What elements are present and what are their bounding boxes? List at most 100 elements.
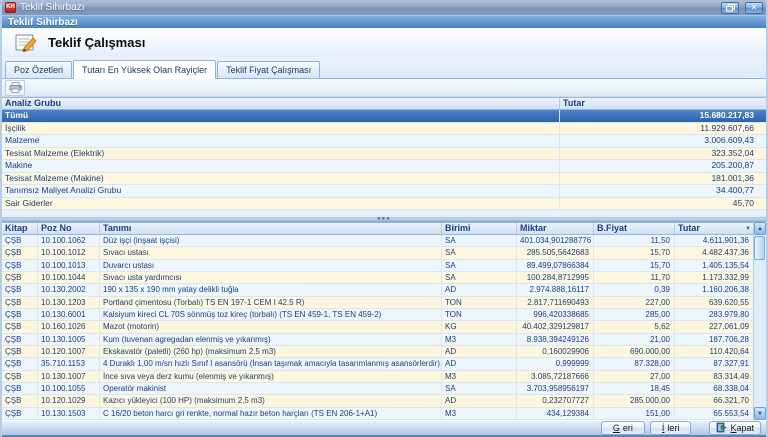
detail-row[interactable]: ÇŞB 10.100.1012 Sıvacı ustası SA 285.505… (2, 247, 753, 259)
summary-col-analiz-grubu[interactable]: Analiz Grubu (2, 98, 560, 109)
cell-tutar: 639.620,55 (675, 297, 753, 308)
cell-birimi: AD (442, 358, 517, 369)
detail-row[interactable]: ÇŞB 10.100.1055 Operatör makinist SA 3.7… (2, 383, 753, 395)
window-title: Teklif Sihirbazı (20, 2, 715, 13)
detail-row[interactable]: ÇŞB 10.130.1203 Portland çimentosu (Torb… (2, 297, 753, 309)
cell-miktar: 2.817,711690493 (517, 297, 594, 308)
detail-col-miktar[interactable]: Miktar (517, 223, 594, 234)
cell-bfiyat: 11,50 (594, 235, 675, 246)
cell-birimi: SA (442, 235, 517, 246)
summary-row[interactable]: Tesisat Malzeme (Makine) 181.001,36 (2, 173, 766, 186)
scrollbar-thumb[interactable] (754, 236, 765, 260)
summary-row[interactable]: Tanımsız Maliyet Analizi Grubu 34.400,77 (2, 185, 766, 198)
tab-tutari-en-yuksek-olan-rayicler[interactable]: Tutarı En Yüksek Olan Rayiçler (73, 60, 216, 79)
detail-row[interactable]: ÇŞB 10.120.1007 Ekskavatör (paletli) (26… (2, 346, 753, 358)
cell-poz-no: 10.130.1005 (38, 334, 100, 345)
detail-col-tutar-label: Tutar (678, 223, 700, 234)
tabstrip: Poz Özetleri Tutarı En Yüksek Olan Rayiç… (2, 57, 766, 79)
detail-row[interactable]: ÇŞB 10.100.1013 Duvarcı ustası SA 89.499… (2, 260, 753, 272)
detail-row[interactable]: ÇŞB 10.100.1044 Sıvacı usta yardımcısı S… (2, 272, 753, 284)
summary-table-header: Analiz Grubu Tutar (2, 97, 766, 110)
cell-poz-no: 10.130.1007 (38, 371, 100, 382)
cell-tanimi: Duvarcı ustası (100, 260, 442, 271)
cell-kitap: ÇŞB (2, 358, 38, 369)
summary-group-cell: Tümü (2, 110, 560, 122)
summary-row[interactable]: Tümü 15.680.217,83 (2, 110, 766, 123)
cell-birimi: SA (442, 383, 517, 394)
cell-miktar: 8.938,394249126 (517, 334, 594, 345)
cell-tutar: 83.314,49 (675, 371, 753, 382)
detail-row[interactable]: ÇŞB 10.130.1005 Kum (tuvenan agregadan e… (2, 334, 753, 346)
detail-table: Kitap Poz No Tanımı Birimi Miktar B.Fiya… (2, 222, 753, 420)
cell-tanimi: 190 x 135 x 190 mm yatay delikli tuğla (100, 284, 442, 295)
cell-miktar: 89.499,07866384 (517, 260, 594, 271)
banner-title: Teklif Sihirbazı (8, 17, 78, 28)
summary-col-tutar[interactable]: Tutar (560, 98, 766, 109)
detail-row[interactable]: ÇŞB 10.120.1029 Kazıcı yükleyici (100 HP… (2, 395, 753, 407)
summary-amount-cell: 15.680.217,83 (560, 110, 766, 122)
close-wizard-button[interactable]: Kapat (709, 421, 761, 435)
cell-birimi: M3 (442, 334, 517, 345)
detail-row[interactable]: ÇŞB 10.130.1007 İnce sıva veya derz kumu… (2, 371, 753, 383)
cell-bfiyat: 18,45 (594, 383, 675, 394)
cell-bfiyat: 0,39 (594, 284, 675, 295)
cell-tanimi: Portland çimentosu (Torbalı) TS EN 197-1… (100, 297, 442, 308)
restore-button[interactable] (721, 2, 739, 14)
summary-row[interactable]: İşçilik 11.929.607,66 (2, 123, 766, 136)
detail-col-bfiyat[interactable]: B.Fiyat (594, 223, 675, 234)
summary-row[interactable]: Malzeme 3.006.609,43 (2, 135, 766, 148)
tab-teklif-fiyat-calismasi[interactable]: Teklif Fiyat Çalışması (217, 61, 320, 78)
close-icon: ✕ (751, 4, 758, 12)
detail-row[interactable]: ÇŞB 10.160.1026 Mazot (motorin) KG 40.40… (2, 321, 753, 333)
cell-poz-no: 10.160.1026 (38, 321, 100, 332)
exit-door-icon (716, 422, 727, 433)
cell-poz-no: 10.130.2002 (38, 284, 100, 295)
cell-birimi: M3 (442, 371, 517, 382)
detail-col-poz-no[interactable]: Poz No (38, 223, 100, 234)
cell-bfiyat: 87.328,00 (594, 358, 675, 369)
cell-tanimi: Sıvacı ustası (100, 247, 442, 258)
cell-kitap: ÇŞB (2, 235, 38, 246)
detail-col-birimi[interactable]: Birimi (442, 223, 517, 234)
cell-bfiyat: 285,00 (594, 309, 675, 320)
detail-col-kitap[interactable]: Kitap (2, 223, 38, 234)
summary-row[interactable]: Tesisat Malzeme (Elektrik) 323.352,04 (2, 148, 766, 161)
detail-row[interactable]: ÇŞB 35.710.1153 4 Duraklı 1,00 m/sn hızl… (2, 358, 753, 370)
cell-bfiyat: 690.000,00 (594, 346, 675, 357)
cell-tutar: 68.338,04 (675, 383, 753, 394)
detail-table-body: ÇŞB 10.100.1062 Düz işçi (inşaat işçisi)… (2, 235, 753, 420)
cell-kitap: ÇŞB (2, 260, 38, 271)
cell-birimi: TON (442, 309, 517, 320)
cell-birimi: SA (442, 272, 517, 283)
summary-group-cell: İşçilik (2, 123, 560, 135)
scroll-down-icon[interactable]: ▼ (754, 407, 766, 420)
detail-row[interactable]: ÇŞB 10.130.6001 Kalsiyum kireci CL 70S s… (2, 309, 753, 321)
cell-bfiyat: 15,70 (594, 247, 675, 258)
cell-bfiyat: 27,00 (594, 371, 675, 382)
summary-row[interactable]: Makine 205.200,87 (2, 160, 766, 173)
cell-bfiyat: 151,00 (594, 408, 675, 419)
detail-row[interactable]: ÇŞB 10.130.2002 190 x 135 x 190 mm yatay… (2, 284, 753, 296)
scroll-up-icon[interactable]: ▲ (754, 222, 766, 235)
cell-miktar: 3.085,72187666 (517, 371, 594, 382)
cell-birimi: KG (442, 321, 517, 332)
cell-birimi: M3 (442, 408, 517, 419)
detail-row[interactable]: ÇŞB 10.100.1062 Düz işçi (inşaat işçisi)… (2, 235, 753, 247)
detail-col-tanimi[interactable]: Tanımı (100, 223, 442, 234)
tab-label: Teklif Fiyat Çalışması (226, 65, 311, 75)
detail-scrollbar[interactable]: ▲ ▼ (753, 222, 766, 420)
sort-desc-icon[interactable]: ▼ (745, 226, 751, 232)
detail-col-tutar[interactable]: Tutar ▼ (675, 223, 753, 234)
tab-poz-ozetleri[interactable]: Poz Özetleri (5, 61, 72, 78)
cell-kitap: ÇŞB (2, 272, 38, 283)
forward-button[interactable]: İleri (650, 421, 692, 435)
cell-poz-no: 10.120.1029 (38, 395, 100, 406)
cell-poz-no: 35.710.1153 (38, 358, 100, 369)
detail-row[interactable]: ÇŞB 10.130.1503 C 16/20 beton harcı gri … (2, 408, 753, 420)
scrollbar-track[interactable] (754, 235, 766, 407)
print-button[interactable] (5, 80, 25, 96)
cell-poz-no: 10.100.1055 (38, 383, 100, 394)
back-button[interactable]: Geri (601, 421, 645, 435)
close-button[interactable]: ✕ (745, 2, 763, 14)
summary-row[interactable]: Sair Giderler 45,70 (2, 198, 766, 211)
